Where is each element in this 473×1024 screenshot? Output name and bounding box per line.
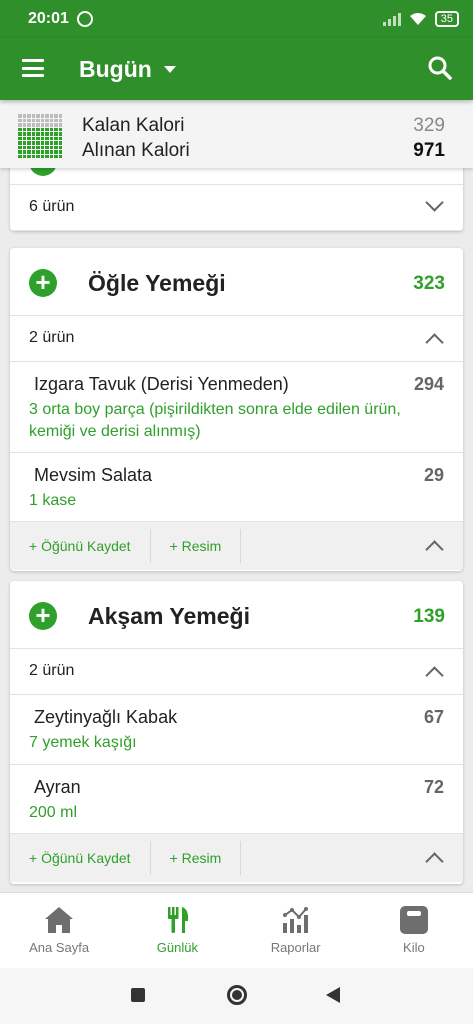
nav-label: Kilo [403,940,425,955]
remaining-calories-value: 329 [413,115,445,136]
scale-icon [399,906,428,934]
nav-diary[interactable]: Günlük [118,893,236,968]
menu-icon[interactable] [22,59,44,77]
previous-meal-card: + 6 ürün [10,168,463,231]
chevron-down-icon[interactable] [425,193,444,212]
meal-card-lunch: + Öğle Yemeği 323 2 ürün Izgara Tavuk (D… [10,248,463,571]
home-icon [45,907,74,933]
consumed-calories-value: 971 [413,140,445,161]
signal-icon [382,12,401,26]
meal-title: Akşam Yemeği [88,603,250,629]
date-selector[interactable]: Bugün [79,38,176,100]
page-title: Bugün [79,55,152,82]
nav-label: Günlük [156,940,198,955]
meal-actions: + Öğünü Kaydet + Resim [10,522,463,570]
add-food-icon[interactable]: + [29,602,57,630]
food-portion: 200 ml [29,804,78,821]
food-portion: 3 orta boy parça (pişirildikten sonra el… [29,401,401,440]
food-calories: 294 [413,374,444,394]
wifi-icon [409,13,426,25]
add-photo-button[interactable]: + Resim [151,841,242,875]
chevron-up-icon[interactable] [425,852,444,871]
meal-actions: + Öğünü Kaydet + Resim [10,834,463,882]
search-icon[interactable] [427,55,453,81]
food-item[interactable]: Mevsim Salata 29 1 kase [10,453,463,522]
food-portion: 1 kase [29,492,77,509]
system-navigation [0,968,473,1024]
chevron-up-icon[interactable] [425,540,444,559]
meal-card-dinner: + Akşam Yemeği 139 2 ürün Zeytinyağlı Ka… [10,581,463,884]
chevron-up-icon[interactable] [425,333,444,352]
item-count: 6 ürün [29,198,75,215]
add-photo-button[interactable]: + Resim [151,529,242,563]
food-name: Zeytinyağlı Kabak [34,707,178,727]
bottom-navigation: Ana Sayfa Günlük Raporlar Kilo [0,892,473,968]
meal-header: + Öğle Yemeği 323 [10,248,463,316]
nav-reports[interactable]: Raporlar [237,893,355,968]
save-meal-button[interactable]: + Öğünü Kaydet [10,529,151,563]
status-bar: 20:01 35 [0,0,473,38]
nav-label: Ana Sayfa [29,940,90,955]
food-item[interactable]: Izgara Tavuk (Derisi Yenmeden) 294 3 ort… [10,362,463,453]
chart-icon [282,907,308,933]
food-item[interactable]: Ayran 72 200 ml [10,765,463,834]
food-name: Izgara Tavuk (Derisi Yenmeden) [34,374,289,394]
meal-calories: 323 [413,273,445,294]
fork-knife-icon [168,907,189,933]
item-count: 2 ürün [29,662,75,679]
home-system-icon[interactable] [227,985,247,1005]
add-food-icon[interactable]: + [29,269,57,297]
diary-content[interactable]: + 6 ürün + Öğle Yemeği 323 2 ürün Izgara… [0,168,473,892]
back-icon[interactable] [326,987,340,1003]
save-meal-button[interactable]: + Öğünü Kaydet [10,841,151,875]
add-food-icon[interactable]: + [29,168,57,176]
food-calories: 67 [423,707,444,727]
consumed-calories-label: Alınan Kalori [82,140,190,161]
meal-item-count-row[interactable]: 2 ürün [10,316,463,362]
meal-item-count-row[interactable]: 2 ürün [10,649,463,695]
food-item[interactable]: Zeytinyağlı Kabak 67 7 yemek kaşığı [10,695,463,765]
dropdown-caret-icon [163,65,176,73]
food-name: Ayran [34,777,81,797]
food-portion: 7 yemek kaşığı [29,734,137,751]
nav-label: Raporlar [270,940,321,955]
food-calories: 29 [423,465,444,485]
app-bar: Bugün [0,38,473,100]
meal-title: Öğle Yemeği [88,270,226,296]
food-calories: 72 [423,777,444,797]
recents-icon[interactable] [131,988,145,1002]
chevron-up-icon[interactable] [425,666,444,685]
calorie-summary[interactable]: Kalan Kalori 329 Alınan Kalori 971 [0,100,473,168]
meal-calories: 139 [413,606,445,627]
food-name: Mevsim Salata [34,465,153,485]
alarm-icon [76,11,93,27]
meal-header: + Akşam Yemeği 139 [10,581,463,649]
meal-item-count-row[interactable]: 6 ürün [10,185,463,231]
status-time: 20:01 [28,10,69,27]
nav-home[interactable]: Ana Sayfa [0,893,118,968]
battery-indicator: 35 [434,11,459,27]
item-count: 2 ürün [29,329,75,346]
remaining-calories-label: Kalan Kalori [82,115,185,136]
nav-weight[interactable]: Kilo [355,893,473,968]
calorie-grid-icon [18,114,62,158]
